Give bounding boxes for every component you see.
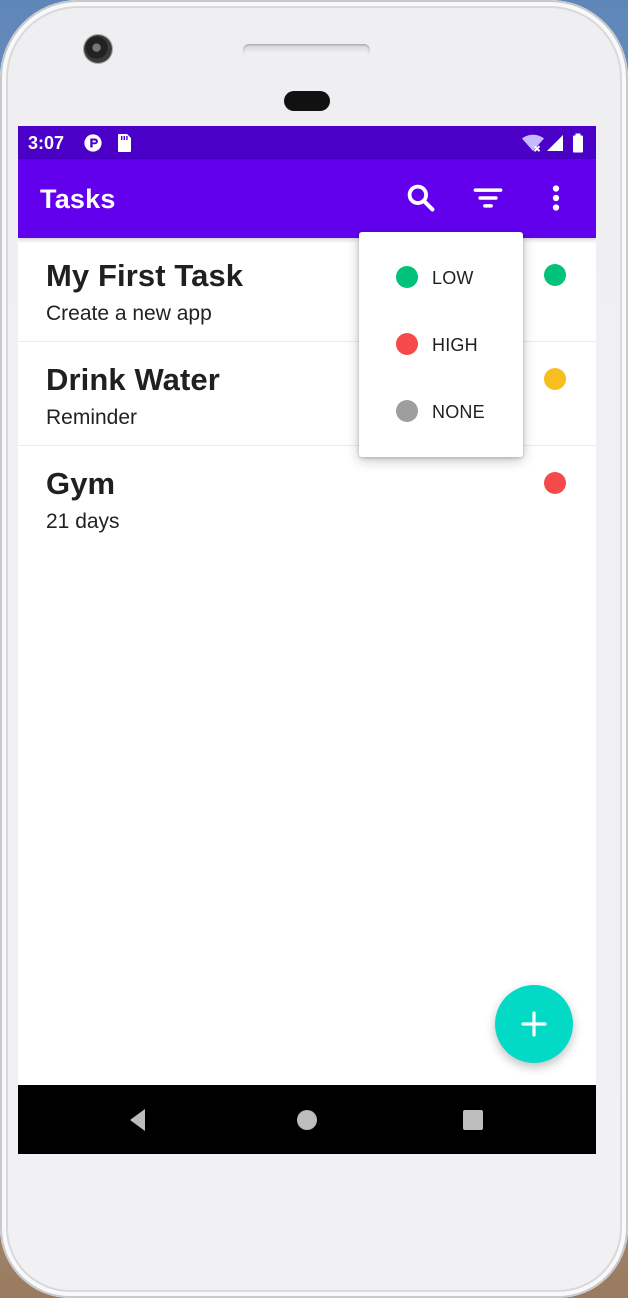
filter-button[interactable] — [469, 179, 507, 217]
page-title: Tasks — [40, 184, 116, 214]
phone-frame: 3:07 Tasks My First Task Create a new ap… — [0, 0, 628, 1298]
task-item[interactable]: Gym 21 days — [18, 446, 596, 549]
filter-option-high[interactable]: HIGH — [359, 311, 523, 378]
search-icon — [407, 184, 435, 212]
task-title: My First Task — [46, 258, 244, 293]
filter-option-none[interactable]: NONE — [359, 378, 523, 445]
more-options-button[interactable] — [537, 179, 575, 217]
task-title: Gym — [46, 466, 116, 501]
home-circle-icon — [297, 1110, 317, 1130]
filter-icon — [473, 188, 503, 208]
priority-dot — [396, 400, 418, 422]
priority-filter-menu: LOW HIGH NONE — [359, 232, 523, 457]
app-bar: Tasks — [18, 159, 596, 238]
front-camera — [84, 35, 112, 63]
status-time: 3:07 — [28, 133, 65, 153]
back-triangle-icon — [130, 1109, 145, 1131]
back-button[interactable] — [123, 1105, 153, 1135]
plus-icon — [521, 1011, 547, 1037]
status-bar: 3:07 — [18, 126, 596, 159]
device-screen: 3:07 Tasks My First Task Create a new ap… — [18, 126, 596, 1154]
proximity-sensor — [284, 91, 330, 111]
recents-square-icon — [463, 1110, 483, 1130]
p-circle-icon — [84, 134, 102, 152]
search-button[interactable] — [402, 179, 440, 217]
sd-card-icon — [118, 134, 131, 152]
add-task-button[interactable] — [495, 985, 573, 1063]
home-button[interactable] — [292, 1105, 322, 1135]
system-navigation-bar — [18, 1085, 596, 1154]
priority-indicator — [544, 368, 566, 390]
recents-button[interactable] — [458, 1105, 488, 1135]
task-title: Drink Water — [46, 362, 220, 397]
priority-dot — [396, 266, 418, 288]
filter-option-label: NONE — [432, 402, 485, 422]
battery-icon — [573, 133, 583, 153]
task-description: Reminder — [46, 406, 138, 429]
priority-indicator — [544, 472, 566, 494]
more-vert-icon — [552, 185, 560, 211]
filter-option-low[interactable]: LOW — [359, 244, 523, 311]
task-description: 21 days — [46, 510, 120, 533]
priority-dot — [396, 333, 418, 355]
filter-option-label: LOW — [432, 268, 474, 288]
priority-indicator — [544, 264, 566, 286]
task-description: Create a new app — [46, 302, 212, 325]
signal-icon — [547, 135, 563, 151]
earpiece-speaker — [243, 44, 370, 56]
wifi-off-icon — [522, 134, 544, 152]
filter-option-label: HIGH — [432, 335, 478, 355]
